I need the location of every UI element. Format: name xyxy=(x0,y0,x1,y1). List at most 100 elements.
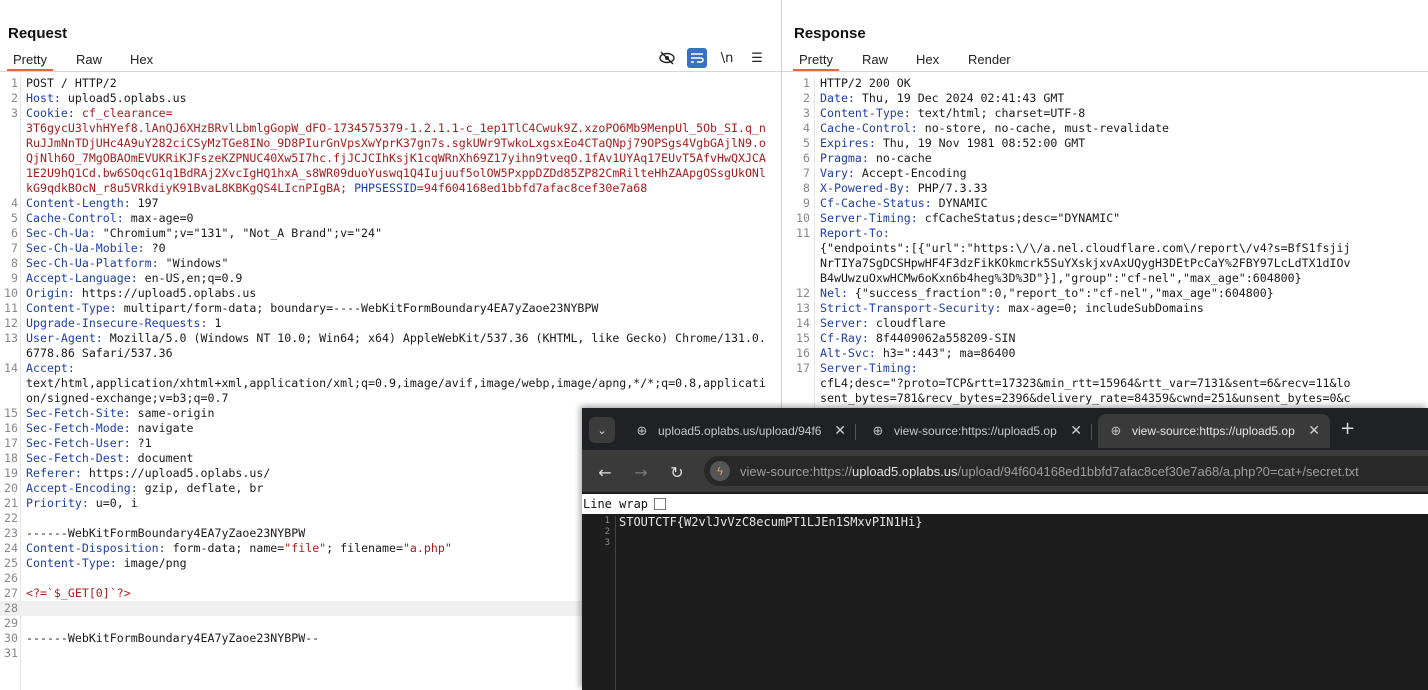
code-text: POST / HTTP/2 xyxy=(26,76,117,90)
code-line: 7 Vary: Accept-Encoding xyxy=(782,166,1428,181)
code-text: Accept-Encoding xyxy=(854,166,967,180)
line-number: 6 xyxy=(11,226,18,240)
request-tab-hex[interactable]: Hex xyxy=(124,51,159,69)
close-icon[interactable]: ✕ xyxy=(1070,423,1082,439)
code-text: Mozilla/5.0 (Windows NT 10.0; Win64; x64… xyxy=(26,331,766,360)
browser-tab-1[interactable]: ⊕ upload5.oplabs.us/upload/94f6 ✕ xyxy=(624,414,856,448)
code-text: navigate xyxy=(130,421,194,435)
line-number: 22 xyxy=(4,511,18,525)
line-number: 5 xyxy=(11,211,18,225)
line-number: 28 xyxy=(4,601,18,615)
response-editor[interactable]: 1 HTTP/2 200 OK 2 Date: Thu, 19 Dec 2024 02… xyxy=(782,76,1428,406)
code-text: 1 xyxy=(207,316,222,330)
menu-icon[interactable]: ☰ xyxy=(747,48,767,68)
line-number: 24 xyxy=(4,541,18,555)
header-name: Cache-Control: xyxy=(26,211,124,225)
line-number: 14 xyxy=(796,316,810,330)
tab-search-button[interactable]: ⌄ xyxy=(589,417,615,443)
eye-off-icon[interactable] xyxy=(657,48,677,68)
header-name: Server-Timing: xyxy=(820,361,918,375)
code-text: https://upload5.oplabs.us xyxy=(74,286,257,300)
line-number: 16 xyxy=(4,421,18,435)
header-name: Expires: xyxy=(820,136,876,150)
wrap-icon[interactable] xyxy=(687,48,707,68)
header-name: Sec-Ch-Ua-Platform: xyxy=(26,256,159,270)
code-text: image/png xyxy=(116,556,187,570)
line-number: 11 xyxy=(4,301,18,315)
browser-tab-3[interactable]: ⊕ view-source:https://upload5.op ✕ xyxy=(1098,414,1330,448)
response-tab-raw[interactable]: Raw xyxy=(856,51,894,69)
code-text: form-data; name= xyxy=(165,541,285,555)
code-text: sent_bytes=781&recv_bytes=2396&delivery_… xyxy=(820,391,1351,405)
forward-arrow-icon[interactable]: → xyxy=(630,461,652,483)
code-line: 4 Cache-Control: no-store, no-cache, must… xyxy=(782,121,1428,136)
code-text: DYNAMIC xyxy=(931,196,988,210)
code-text: cfL4;desc="?proto=TCP&rtt=17323&min_rtt=… xyxy=(820,376,1351,390)
header-name: Cache-Control: xyxy=(820,121,918,135)
site-info-icon[interactable]: ϟ xyxy=(710,461,730,481)
reload-icon[interactable]: ↻ xyxy=(666,461,688,483)
back-arrow-icon[interactable]: ← xyxy=(594,461,616,483)
close-icon[interactable]: ✕ xyxy=(834,423,846,439)
new-tab-icon[interactable]: + xyxy=(1340,418,1355,439)
line-number: 23 xyxy=(4,526,18,540)
header-name: Nel: xyxy=(820,286,848,300)
code-text: https://upload5.oplabs.us/ xyxy=(81,466,271,480)
line-number: 12 xyxy=(4,316,18,330)
header-name: Report-To: xyxy=(820,226,890,240)
code-line: 10 Origin: https://upload5.oplabs.us xyxy=(0,286,781,301)
code-line: 8 Sec-Ch-Ua-Platform: "Windows" xyxy=(0,256,781,271)
code-line: 14 Accept: xyxy=(0,361,781,376)
code-line: {"endpoints":[{"url":"https:\/\/a.nel.cl… xyxy=(782,241,1428,256)
address-url[interactable]: view-source:https://upload5.oplabs.us/up… xyxy=(740,464,1359,479)
code-line: 11 Content-Type: multipart/form-data; bou… xyxy=(0,301,781,316)
address-bar[interactable]: ϟ view-source:https://upload5.oplabs.us/… xyxy=(704,456,1428,486)
header-name: Cookie: xyxy=(26,106,75,120)
request-tab-raw[interactable]: Raw xyxy=(70,51,108,69)
response-tab-pretty[interactable]: Pretty xyxy=(793,51,839,71)
newline-toggle-icon[interactable]: \n xyxy=(717,48,737,68)
line-number: 2 xyxy=(11,91,18,105)
line-number: 17 xyxy=(4,436,18,450)
line-wrap-toggle[interactable]: Line wrap xyxy=(582,494,1428,514)
line-number: 10 xyxy=(796,211,810,225)
code-line: 3 Content-Type: text/html; charset=UTF-8 xyxy=(782,106,1428,121)
header-name: Content-Length: xyxy=(26,196,131,210)
code-text: multipart/form-data; boundary=----WebKit… xyxy=(116,301,599,315)
code-line: NrTIYa7SgDCSHpwHF4F3dzFikKOkmcrk5SuYXskj… xyxy=(782,256,1428,271)
page-content: Line wrap 1 STOUTCTF{W2vlJvVzC8ecumPT1LJ… xyxy=(582,492,1428,690)
line-number: 4 xyxy=(11,196,18,210)
response-tab-render[interactable]: Render xyxy=(962,51,1017,69)
browser-toolbar: ← → ↻ ϟ view-source:https://upload5.opla… xyxy=(582,450,1428,492)
code-text: same-origin xyxy=(130,406,215,420)
globe-icon: ⊕ xyxy=(872,423,884,439)
code-line: 11 Report-To: xyxy=(782,226,1428,241)
line-number: 10 xyxy=(4,286,18,300)
close-icon[interactable]: ✕ xyxy=(1308,423,1320,439)
line-number: 15 xyxy=(4,406,18,420)
line-wrap-checkbox[interactable] xyxy=(654,498,667,510)
code-text: cfCacheStatus;desc="DYNAMIC" xyxy=(917,211,1121,225)
header-name: Accept: xyxy=(26,361,75,375)
code-text: Thu, 19 Nov 1981 08:52:00 GMT xyxy=(875,136,1086,150)
source-view: 1 STOUTCTF{W2vlJvVzC8ecumPT1LJEn1SMxvPIN… xyxy=(582,515,1428,690)
header-name: Upgrade-Insecure-Requests: xyxy=(26,316,208,330)
url-path: /upload/94f604168ed1bbfd7afac8cef30e7a68… xyxy=(957,463,1359,479)
code-text: "Chromium";v="131", "Not_A Brand";v="24" xyxy=(95,226,382,240)
browser-tab-2[interactable]: ⊕ view-source:https://upload5.op ✕ xyxy=(860,414,1092,448)
header-name: Date: xyxy=(820,91,855,105)
code-text: cf_clearance= xyxy=(74,106,173,120)
code-text: ?1 xyxy=(130,436,152,450)
header-name: Sec-Fetch-Dest: xyxy=(26,451,131,465)
code-line: 16 Alt-Svc: h3=":443"; ma=86400 xyxy=(782,346,1428,361)
header-name: Content-Disposition: xyxy=(26,541,166,555)
code-line: 1 POST / HTTP/2 xyxy=(0,76,781,91)
code-text: cloudflare xyxy=(868,316,946,330)
line-number: 4 xyxy=(803,121,810,135)
response-tab-hex[interactable]: Hex xyxy=(910,51,945,69)
line-number: 19 xyxy=(4,466,18,480)
header-name: Sec-Fetch-User: xyxy=(26,436,131,450)
browser-tab-title: upload5.oplabs.us/upload/94f6 xyxy=(658,424,822,438)
code-text: max-age=0; includeSubDomains xyxy=(1001,301,1204,315)
request-tab-pretty[interactable]: Pretty xyxy=(7,51,53,71)
